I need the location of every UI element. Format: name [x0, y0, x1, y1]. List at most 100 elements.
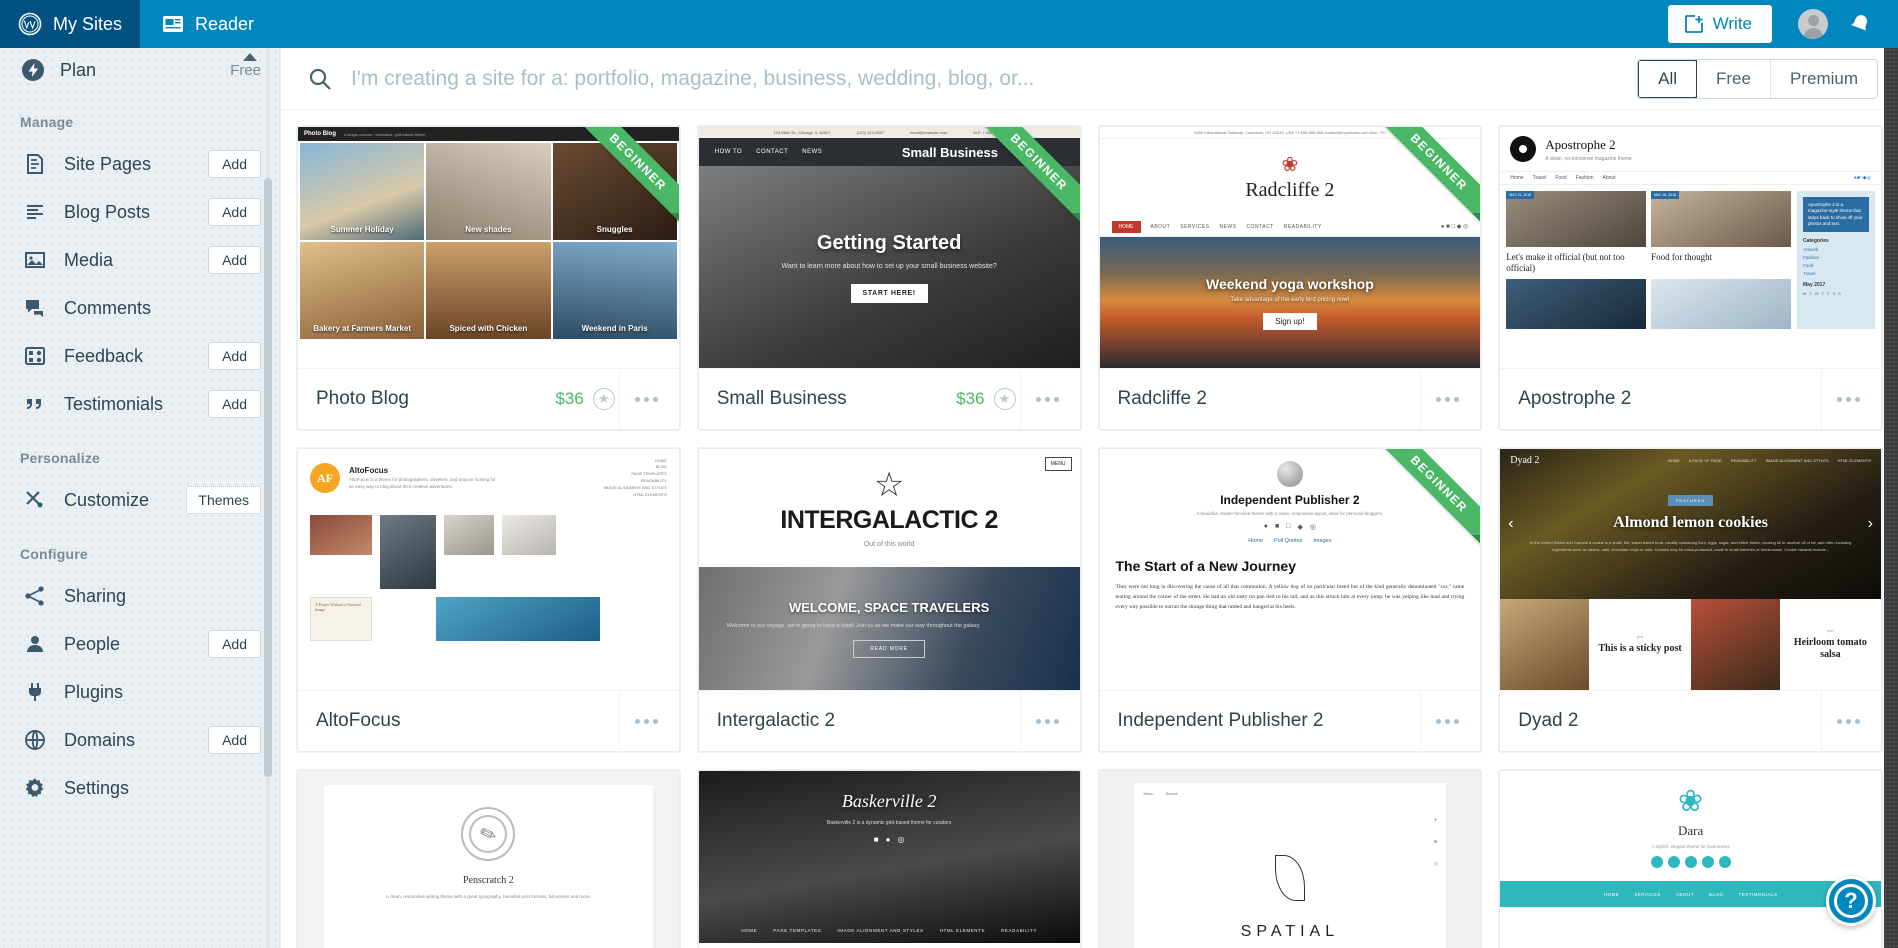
filter-premium-button[interactable]: Premium: [1770, 59, 1877, 98]
sidebar-item-site-pages[interactable]: Site Pages Add: [0, 140, 279, 188]
theme-more-actions-button[interactable]: [1821, 370, 1875, 428]
sidebar-item-comments[interactable]: Comments: [0, 284, 279, 332]
theme-card[interactable]: Menu Search ● ■ ◎ SPATIAL: [1098, 770, 1482, 948]
my-sites-button[interactable]: My Sites: [0, 0, 140, 48]
add-testimonial-button[interactable]: Add: [208, 390, 261, 418]
sidebar-item-settings[interactable]: Settings: [0, 764, 279, 812]
gallery-caption-card: A Proper Without a National Image: [310, 597, 372, 641]
theme-thumbnail[interactable]: 4659 International Gateway, Columbus, OH…: [1099, 127, 1481, 369]
nav-item: SERVICES: [1634, 891, 1661, 897]
add-people-button[interactable]: Add: [208, 630, 261, 658]
theme-thumbnail[interactable]: ✎ Penscratch 2 A clean, responsive writi…: [298, 771, 679, 948]
preview-header: Apostrophe 2 A clean, no-nonsense magazi…: [1500, 127, 1881, 171]
logo-icon: AF: [310, 463, 340, 493]
theme-card[interactable]: ❀ Dara A stylish, elegant theme for busi…: [1499, 770, 1882, 948]
theme-more-actions-button[interactable]: [1420, 370, 1474, 428]
theme-thumbnail[interactable]: Apostrophe 2 A clean, no-nonsense magazi…: [1500, 127, 1881, 369]
nav-item: HOW TO: [714, 149, 743, 155]
preview-tagline: A clean, responsive writing theme with a…: [385, 894, 591, 899]
avatar-body: [1803, 28, 1823, 39]
sidebar-item-plugins[interactable]: Plugins: [0, 668, 279, 716]
write-button[interactable]: Write: [1667, 5, 1772, 43]
nav-item: PAGE TEMPLATES: [773, 928, 822, 933]
post-image: [1506, 278, 1647, 329]
themes-button[interactable]: Themes: [186, 486, 261, 514]
sidebar-item-media[interactable]: Media Add: [0, 236, 279, 284]
search-input[interactable]: [351, 66, 1638, 91]
theme-card[interactable]: MENU ☆ INTERGALACTIC 2 Out of this world…: [697, 448, 1081, 752]
theme-card[interactable]: Apostrophe 2 A clean, no-nonsense magazi…: [1499, 126, 1882, 430]
my-sites-label: My Sites: [53, 13, 123, 34]
penscratch-preview: ✎ Penscratch 2 A clean, responsive writi…: [298, 771, 679, 948]
theme-card[interactable]: Baskerville 2 Baskerville 2 is a dynamic…: [697, 770, 1081, 948]
reader-button[interactable]: Reader: [140, 0, 276, 48]
add-domain-button[interactable]: Add: [208, 726, 261, 754]
theme-name: Intergalactic 2: [716, 710, 836, 731]
sidebar-collapse-arrow[interactable]: [243, 53, 257, 61]
help-button[interactable]: ?: [1826, 876, 1876, 926]
sidebar-item-testimonials[interactable]: Testimonials Add: [0, 380, 279, 428]
theme-card[interactable]: ✎ Penscratch 2 A clean, responsive writi…: [297, 770, 680, 948]
sidebar-item-people[interactable]: People Add: [0, 620, 279, 668]
theme-thumbnail[interactable]: Photo Blog A single-column, minimalist, …: [298, 127, 679, 369]
sidebar-item-blog-posts[interactable]: Blog Posts Add: [0, 188, 279, 236]
theme-more-actions-button[interactable]: [1019, 370, 1074, 428]
sidebar-scrollbar[interactable]: [263, 48, 273, 948]
baskerville-preview: Baskerville 2 Baskerville 2 is a dynamic…: [698, 771, 1080, 948]
hero-button: Sign up!: [1263, 313, 1317, 330]
preview-photo-grid: Summer Holiday New shades Snuggles Baker…: [298, 141, 679, 341]
scrollbar-thumb[interactable]: [264, 178, 272, 778]
theme-thumbnail[interactable]: Dyad 2 HOME A PAGE OF PAGE READABILITY I…: [1500, 449, 1881, 691]
theme-more-actions-button[interactable]: [1420, 692, 1474, 750]
wordpress-icon: [18, 12, 42, 36]
menu-label: Menu: [1143, 791, 1154, 796]
theme-card[interactable]: Dyad 2 HOME A PAGE OF PAGE READABILITY I…: [1499, 448, 1882, 752]
add-blog-post-button[interactable]: Add: [208, 198, 261, 226]
preview-topbar: 123 Main St., Chicago, IL 60007 (123) 12…: [698, 127, 1080, 138]
theme-more-actions-button[interactable]: [1821, 692, 1875, 750]
sidebar-item-feedback[interactable]: Feedback Add: [0, 332, 279, 380]
theme-more-actions-button[interactable]: [618, 370, 673, 428]
theme-card-footer: Photo Blog $36 ★: [298, 369, 679, 429]
nav-item: IMAGE ALIGNMENT AND STYLES: [603, 484, 667, 490]
carousel-prev-button[interactable]: ‹: [1508, 515, 1513, 533]
sidebar-item-plan[interactable]: Plan Free: [0, 48, 279, 92]
theme-thumbnail[interactable]: Baskerville 2 Baskerville 2 is a dynamic…: [698, 771, 1080, 948]
theme-thumbnail[interactable]: 123 Main St., Chicago, IL 60007 (123) 12…: [698, 127, 1080, 369]
theme-card[interactable]: Photo Blog A single-column, minimalist, …: [297, 126, 680, 430]
avatar[interactable]: [1798, 9, 1828, 39]
theme-thumbnail[interactable]: MENU ☆ INTERGALACTIC 2 Out of this world…: [698, 449, 1080, 691]
add-media-button[interactable]: Add: [208, 246, 261, 274]
preview-tagline: Baskerville 2 is a dynamic grid-based th…: [826, 820, 952, 826]
theme-thumbnail[interactable]: Menu Search ● ■ ◎ SPATIAL: [1099, 771, 1481, 948]
nav-item: READABILITY: [640, 478, 667, 483]
filter-free-button[interactable]: Free: [1697, 59, 1771, 98]
theme-more-actions-button[interactable]: [1019, 692, 1074, 750]
sidebar-item-customize[interactable]: Customize Themes: [0, 476, 279, 524]
sidebar-heading: Categories: [1803, 238, 1829, 245]
theme-card[interactable]: 123 Main St., Chicago, IL 60007 (123) 12…: [697, 126, 1081, 430]
theme-card[interactable]: Independent Publisher 2 A beautiful, rea…: [1098, 448, 1482, 752]
sidebar-item-domains[interactable]: Domains Add: [0, 716, 279, 764]
lotus-icon: ❀: [1281, 153, 1299, 176]
theme-card[interactable]: AF AltoFocus AltoFocus is a theme for ph…: [297, 448, 680, 752]
theme-card[interactable]: 4659 International Gateway, Columbus, OH…: [1098, 126, 1482, 430]
sidebar-item-sharing[interactable]: Sharing: [0, 572, 279, 620]
notifications-bell-icon[interactable]: [1848, 12, 1872, 36]
theme-thumbnail[interactable]: ❀ Dara A stylish, elegant theme for busi…: [1500, 771, 1881, 948]
carousel-next-button[interactable]: ›: [1868, 515, 1873, 533]
theme-card-footer: Apostrophe 2: [1500, 369, 1881, 429]
theme-thumbnail[interactable]: AF AltoFocus AltoFocus is a theme for ph…: [298, 449, 679, 691]
share-icon: [22, 585, 48, 607]
add-site-page-button[interactable]: Add: [208, 150, 261, 178]
page-scrollbar[interactable]: [1884, 48, 1898, 948]
filter-all-button[interactable]: All: [1638, 59, 1699, 98]
themes-grid: Photo Blog A single-column, minimalist, …: [281, 110, 1898, 948]
theme-more-actions-button[interactable]: [618, 692, 673, 750]
gallery-item: [502, 515, 556, 555]
preview-header: AF AltoFocus AltoFocus is a theme for ph…: [298, 449, 679, 507]
nav-item: Pull Quotes: [1273, 538, 1303, 544]
gallery-item: [444, 515, 494, 555]
theme-thumbnail[interactable]: Independent Publisher 2 A beautiful, rea…: [1099, 449, 1481, 691]
add-feedback-button[interactable]: Add: [208, 342, 261, 370]
